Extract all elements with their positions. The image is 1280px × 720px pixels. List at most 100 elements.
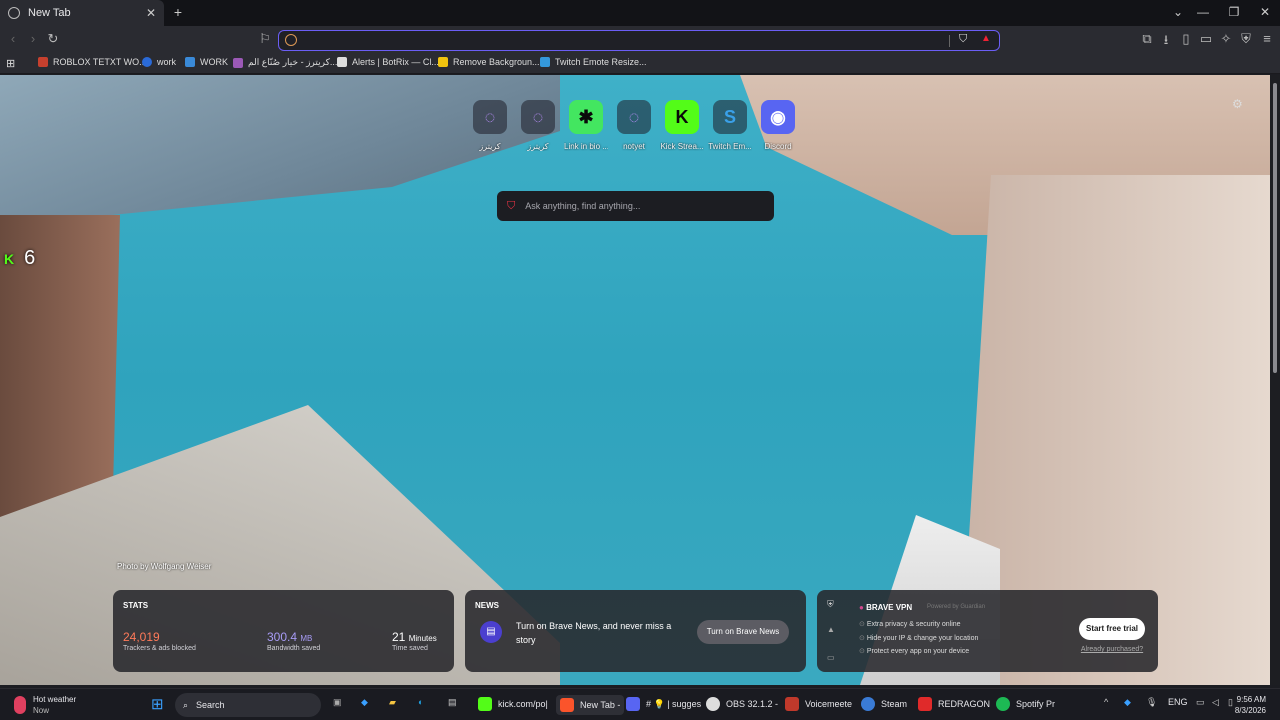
volume-icon[interactable]: ◁	[1212, 697, 1219, 708]
top-site-kraytirz-1[interactable]: ◌ كريترز	[468, 100, 512, 151]
maximize-button[interactable]: ❐	[1224, 5, 1244, 19]
tab-new-tab[interactable]: New Tab ✕	[0, 0, 164, 26]
top-site-notyet[interactable]: ◌ notyet	[612, 100, 656, 151]
search-box[interactable]: ⛉ Ask anything, find anything...	[497, 191, 774, 221]
vpn-location-icon: ▲	[827, 625, 835, 634]
edge-icon[interactable]: ◐	[418, 697, 423, 707]
mic-icon[interactable]: 🎙︎	[1146, 697, 1157, 708]
bandwidth-saved-label: Bandwidth saved	[267, 645, 321, 652]
time-saved-label: Time saved	[392, 645, 428, 652]
turn-on-brave-news-button[interactable]: Turn on Brave News	[697, 620, 789, 644]
kick-count: 6	[24, 247, 36, 269]
bookmark-item[interactable]: كريترز - خيار صُنّاع الم...	[233, 57, 337, 68]
taskbar-app-discord[interactable]: # 💡 | sugges	[626, 697, 701, 711]
taskbar-app-kick[interactable]: kick.com/po|	[478, 697, 548, 711]
battery-icon[interactable]: ▯	[1228, 697, 1233, 708]
settings-gear-icon[interactable]: ⚙	[1232, 97, 1243, 111]
stats-title: STATS	[123, 601, 149, 610]
vpn-device-icon: ▭	[827, 653, 835, 662]
address-bar[interactable]: ⛉ ▲	[278, 30, 1000, 51]
taskbar-app-spotify[interactable]: Spotify Pr	[996, 697, 1055, 711]
page-scrollbar[interactable]	[1270, 75, 1280, 685]
bookmark-item[interactable]: work	[142, 57, 176, 67]
kick-followers-widget[interactable]: K 6	[4, 247, 35, 270]
windows-taskbar: Hot weather Now ⊞ ⌕ Search ▣ ◆ ▰ ◐ ▤ kick…	[0, 688, 1280, 720]
news-card: NEWS ▤ Turn on Brave News, and never mis…	[465, 590, 806, 672]
kraytirz-icon: ◌	[473, 100, 507, 134]
top-site-kick[interactable]: K Kick Strea...	[660, 100, 704, 151]
reload-icon[interactable]: ↻	[44, 31, 62, 47]
vpn-title: BRAVE VPN	[866, 603, 913, 612]
thermometer-icon	[14, 696, 26, 714]
taskbar-app-brave[interactable]: New Tab -	[556, 695, 625, 715]
downloads-icon[interactable]: ⭳	[1157, 31, 1175, 53]
photo-credit[interactable]: Photo by Wolfgang Weiser	[117, 562, 211, 571]
search-icon: ⌕	[183, 699, 189, 710]
tray-app-icon[interactable]: ◆	[1124, 697, 1131, 708]
apps-grid-icon[interactable]: ⊞	[6, 57, 15, 70]
back-icon[interactable]: ‹	[4, 31, 22, 46]
close-window-button[interactable]: ✕	[1255, 5, 1275, 19]
twitch-emote-icon: S	[713, 100, 747, 134]
bookmarks-bar: ⊞ ROBLOX TETXT WO... work WORK كريترز - …	[0, 54, 1280, 74]
file-explorer-icon[interactable]: ▰	[389, 697, 396, 708]
store-icon[interactable]: ▤	[448, 697, 457, 708]
top-site-kraytirz-2[interactable]: ◌ كريترز	[516, 100, 560, 151]
brave-shields-icon[interactable]: ⛉	[959, 33, 967, 46]
extensions-icon[interactable]: ⧉	[1138, 31, 1156, 47]
search-engine-icon	[285, 34, 297, 46]
bookmark-item[interactable]: Alerts | BotRix — Cl...	[337, 57, 439, 67]
already-purchased-link[interactable]: Already purchased?	[1079, 646, 1145, 653]
news-icon: ▤	[480, 621, 502, 643]
vpn-powered-by: Powered by Guardian	[927, 604, 986, 610]
vpn-features: ⊙ Extra privacy & security online ⊙ Hide…	[859, 621, 979, 655]
leo-ai-icon[interactable]: ✧	[1217, 31, 1235, 47]
close-tab-icon[interactable]: ✕	[146, 6, 156, 20]
trackers-blocked-label: Trackers & ads blocked	[123, 645, 196, 652]
bookmark-item[interactable]: Twitch Emote Resize...	[540, 57, 647, 67]
search-placeholder: Ask anything, find anything...	[525, 201, 641, 211]
tab-search-button[interactable]: ⌄	[1168, 5, 1188, 19]
sidebar-icon[interactable]: ▯	[1177, 31, 1195, 47]
taskbar-app-redragon[interactable]: REDRAGON	[918, 697, 990, 711]
task-view-icon[interactable]: ▣	[333, 697, 342, 708]
menu-icon[interactable]: ≡	[1258, 31, 1276, 46]
language-indicator[interactable]: ENG	[1168, 697, 1188, 707]
m365-icon[interactable]: ◆	[361, 697, 368, 708]
vpn-shield-icon: ⛨	[827, 599, 834, 609]
tray-chevron-icon[interactable]: ^	[1104, 697, 1108, 707]
taskbar-app-voicemeeter[interactable]: Voicemeete	[785, 697, 852, 711]
top-site-link-in-bio[interactable]: ✱ Link in bio ...	[564, 100, 608, 151]
network-icon[interactable]: ▭	[1196, 697, 1205, 708]
brave-rewards-icon[interactable]: ▲	[981, 33, 991, 44]
kraytirz-icon: ◌	[617, 100, 651, 134]
tab-strip: New Tab ✕ + ⌄ — ❐ ✕	[0, 0, 1280, 26]
top-site-discord[interactable]: ◉ Discord	[756, 100, 800, 151]
bookmark-item[interactable]: Remove Backgroun...	[438, 57, 540, 67]
bookmark-favicon	[38, 57, 48, 67]
taskbar-app-steam[interactable]: Steam	[861, 697, 907, 711]
bookmark-item[interactable]: ROBLOX TETXT WO...	[38, 57, 147, 67]
forward-icon[interactable]: ›	[24, 31, 42, 46]
bookmark-item[interactable]: WORK	[185, 57, 228, 67]
vpn-icon[interactable]: ⛨	[1237, 31, 1255, 47]
brave-tab-icon	[8, 7, 20, 19]
kraytirz-icon: ◌	[521, 100, 555, 134]
minimize-button[interactable]: —	[1193, 5, 1213, 19]
wallet-icon[interactable]: ▭	[1197, 31, 1215, 47]
weather-widget[interactable]: Hot weather Now	[14, 694, 76, 716]
trackers-blocked-value: 24,019	[123, 630, 160, 644]
tab-title: New Tab	[28, 7, 71, 19]
taskbar-app-obs[interactable]: OBS 32.1.2 -	[706, 697, 778, 711]
new-tab-page: ◌ كريترز ◌ كريترز ✱ Link in bio ... ◌ no…	[0, 75, 1270, 685]
bookmark-icon[interactable]: ⚐	[256, 31, 274, 47]
news-title: NEWS	[475, 601, 499, 610]
linktree-icon: ✱	[569, 100, 603, 134]
start-icon[interactable]: ⊞	[151, 695, 164, 713]
clock[interactable]: 9:56 AM 8/3/2026	[1235, 694, 1266, 716]
brave-logo-icon: ⛉	[507, 199, 516, 212]
taskbar-search[interactable]: ⌕ Search	[175, 693, 321, 717]
new-tab-button[interactable]: +	[170, 4, 186, 20]
top-site-twitch-emote[interactable]: S Twitch Em...	[708, 100, 752, 151]
start-free-trial-button[interactable]: Start free trial	[1079, 618, 1145, 640]
